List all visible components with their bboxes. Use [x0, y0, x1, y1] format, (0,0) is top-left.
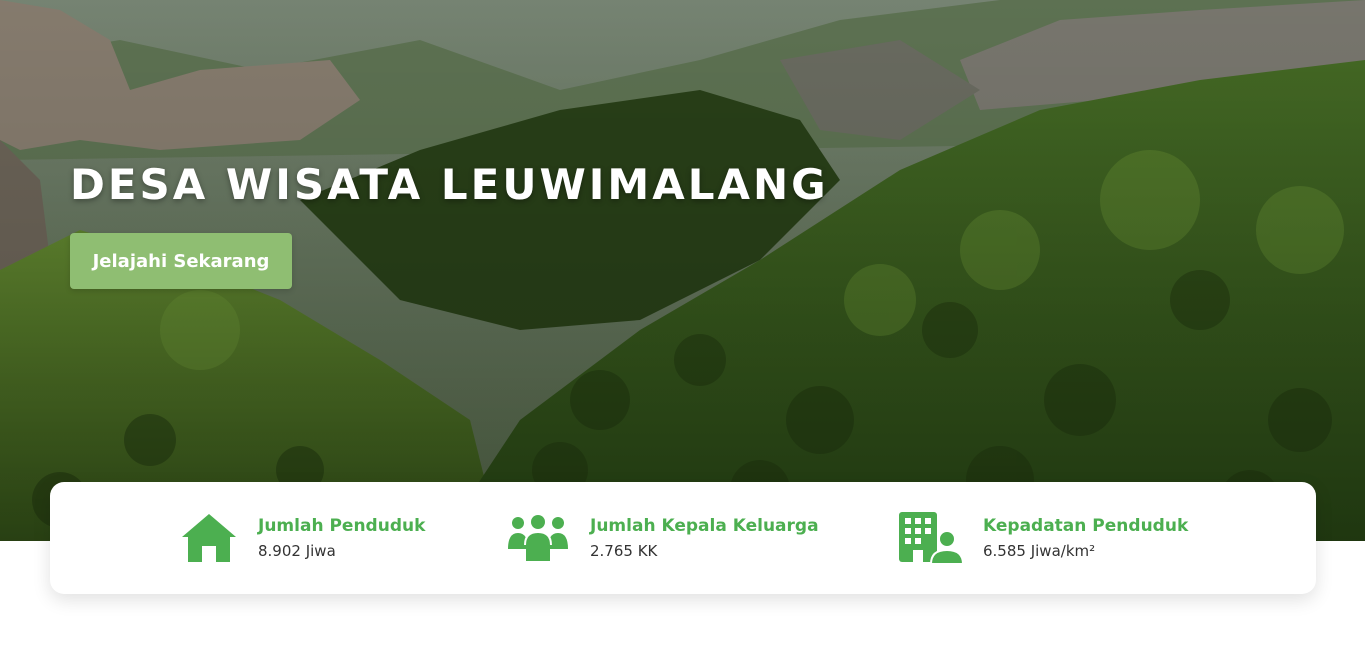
- stat-label: Jumlah Kepala Keluarga: [590, 516, 819, 536]
- building-person-icon: [899, 512, 963, 564]
- stat-label: Jumlah Penduduk: [258, 516, 426, 536]
- hero-section: DESA WISATA LEUWIMALANG Jelajahi Sekaran…: [0, 0, 1365, 541]
- stat-value: 8.902 Jiwa: [258, 542, 336, 560]
- people-group-icon: [506, 515, 570, 561]
- house-icon: [180, 512, 238, 564]
- stat-family-heads: Jumlah Kepala Keluarga 2.765 KK: [506, 482, 819, 594]
- stat-population: Jumlah Penduduk 8.902 Jiwa: [180, 482, 425, 594]
- stat-density: Kepadatan Penduduk 6.585 Jiwa/km²: [899, 482, 1188, 594]
- hero-title: DESA WISATA LEUWIMALANG: [70, 160, 829, 209]
- stat-value: 2.765 KK: [590, 542, 658, 560]
- stat-value: 6.585 Jiwa/km²: [983, 542, 1096, 560]
- statistics-card: Jumlah Penduduk 8.902 Jiwa Jumlah Kepala…: [50, 482, 1316, 594]
- explore-now-button[interactable]: Jelajahi Sekarang: [70, 233, 292, 289]
- stat-label: Kepadatan Penduduk: [983, 516, 1189, 536]
